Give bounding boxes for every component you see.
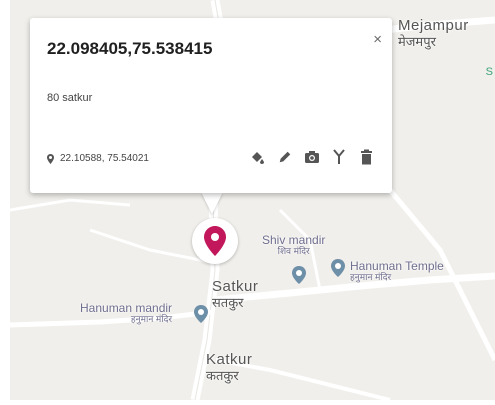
place-label-mejampur[interactable]: Mejampur मेजमपुर: [398, 17, 469, 49]
popup-description: 80 satkur: [47, 92, 93, 104]
place-label-hanuman-mandir[interactable]: Hanuman mandir हनुमान मंदिर: [80, 301, 173, 325]
place-label-katkur[interactable]: Katkur कतकुर: [206, 351, 253, 383]
info-popup: 22.098405,75.538415 × 80 satkur 22.10588…: [30, 18, 392, 193]
place-name-en: Katkur: [206, 351, 253, 368]
poi-pin-icon[interactable]: [331, 259, 345, 277]
popup-title: 22.098405,75.538415: [47, 39, 213, 58]
popup-coordinates: 22.10588, 75.54021: [47, 153, 149, 164]
place-name-en: Satkur: [212, 278, 259, 295]
place-name-hi: हनुमान मंदिर: [350, 272, 392, 283]
paint-bucket-icon[interactable]: [249, 148, 267, 166]
close-icon[interactable]: ×: [373, 31, 382, 48]
location-marker-icon[interactable]: [204, 226, 226, 256]
place-label-satkur[interactable]: Satkur सतकुर: [212, 278, 259, 310]
route-icon[interactable]: [330, 148, 348, 166]
pencil-icon[interactable]: [276, 148, 294, 166]
popup-toolbar: [240, 148, 375, 166]
poi-pin-icon[interactable]: [194, 305, 208, 323]
place-name-hi: शिव मंदिर: [277, 246, 310, 257]
place-name-hi: हनुमान मंदिर: [130, 314, 173, 325]
coordinates-text: 22.10588, 75.54021: [60, 153, 149, 164]
poi-pin-icon[interactable]: [292, 266, 306, 284]
place-name-hi: कतकुर: [206, 367, 239, 383]
place-name-hi: मेजमपुर: [398, 33, 436, 49]
place-name-en: Mejampur: [398, 17, 469, 34]
map-edge-label: S: [485, 66, 493, 78]
popup-tail: [201, 192, 223, 214]
place-name-hi: सतकुर: [212, 294, 244, 310]
location-pin-icon: [47, 153, 54, 164]
camera-icon[interactable]: [303, 148, 321, 166]
place-label-hanuman-temple[interactable]: Hanuman Temple हनुमान मंदिर: [350, 259, 444, 283]
trash-icon[interactable]: [357, 148, 375, 166]
place-label-shiv-mandir[interactable]: Shiv mandir शिव मंदिर: [262, 233, 325, 257]
